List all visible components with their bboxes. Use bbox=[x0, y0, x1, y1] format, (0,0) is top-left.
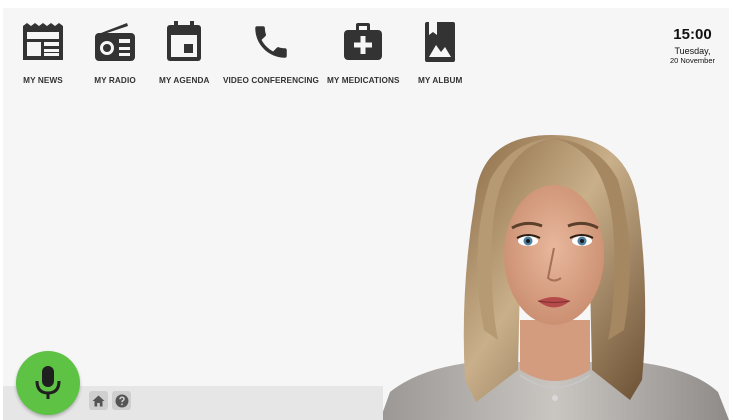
clock-time: 15:00 bbox=[673, 26, 712, 43]
app-my-news[interactable]: MY NEWS bbox=[21, 20, 65, 85]
virtual-assistant-avatar bbox=[380, 130, 729, 420]
app-my-radio[interactable]: MY RADIO bbox=[93, 20, 137, 85]
calendar-icon bbox=[162, 20, 206, 64]
app-video-conferencing[interactable]: VIDEO CONFERENCING bbox=[223, 20, 319, 85]
microphone-icon bbox=[35, 366, 61, 399]
app-my-album[interactable]: MY ALBUM bbox=[418, 20, 462, 85]
app-my-medications[interactable]: MY MEDICATIONS bbox=[327, 20, 400, 85]
clock-day: Tuesday, bbox=[674, 46, 711, 56]
app-launcher-bar: MY NEWS MY RADIO MY AGENDA VIDEO CONFERE… bbox=[3, 8, 729, 108]
newspaper-icon bbox=[21, 20, 65, 64]
app-my-agenda[interactable]: MY AGENDA bbox=[159, 20, 209, 85]
microphone-button[interactable] bbox=[16, 351, 80, 415]
phone-icon bbox=[249, 20, 293, 64]
app-label: MY NEWS bbox=[23, 76, 63, 85]
medical-kit-icon bbox=[341, 20, 385, 64]
help-button[interactable] bbox=[112, 391, 131, 410]
app-label: MY ALBUM bbox=[418, 76, 463, 85]
clock-widget: 15:00 Tuesday, 20 November bbox=[670, 26, 715, 65]
app-label: VIDEO CONFERENCING bbox=[223, 76, 319, 85]
help-icon bbox=[115, 394, 128, 407]
radio-icon bbox=[93, 20, 137, 64]
app-label: MY AGENDA bbox=[159, 76, 210, 85]
photo-album-icon bbox=[418, 20, 462, 64]
clock-date: 20 November bbox=[669, 56, 715, 65]
home-icon bbox=[92, 395, 105, 406]
app-screen: MY NEWS MY RADIO MY AGENDA VIDEO CONFERE… bbox=[3, 8, 729, 420]
app-label: MY MEDICATIONS bbox=[327, 76, 400, 85]
home-button[interactable] bbox=[89, 391, 108, 410]
app-label: MY RADIO bbox=[94, 76, 136, 85]
